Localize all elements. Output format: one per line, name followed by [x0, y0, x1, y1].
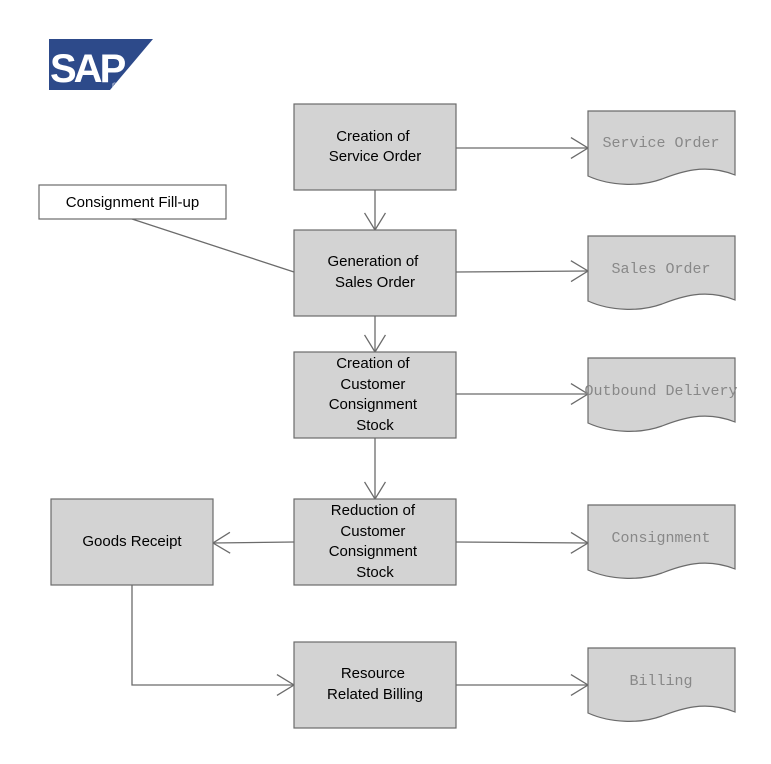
process-box	[293, 641, 457, 729]
connector-p5-to-d5	[456, 673, 590, 697]
process-creation-of-customer-consignment-stock[interactable]: Creation of Customer Consignment Stock	[293, 351, 457, 439]
diagram-canvas: SAP ® Consignment Fill-up Creation of Se…	[0, 0, 771, 764]
process-box	[293, 103, 457, 191]
connector-gr-to-p5	[131, 585, 296, 697]
process-generation-of-sales-order[interactable]: Generation of Sales Order	[293, 229, 457, 317]
connector-p2-to-d2	[455, 260, 590, 283]
document-label: Consignment	[611, 530, 710, 547]
connector-p4-to-gr	[211, 531, 295, 554]
flow-diagram: SAP ® Consignment Fill-up Creation of Se…	[38, 39, 738, 729]
note-consignment-fill-up[interactable]: Consignment Fill-up	[38, 184, 227, 220]
document-billing[interactable]: Billing	[587, 647, 736, 722]
connector-p3-to-d3	[456, 382, 590, 406]
connector-p1-to-d1	[456, 136, 590, 160]
note-label: Consignment Fill-up	[66, 194, 199, 211]
connector-p4-to-d4	[455, 531, 590, 554]
document-consignment[interactable]: Consignment	[587, 504, 736, 579]
registered-mark: ®	[112, 82, 118, 90]
document-sales-order[interactable]: Sales Order	[587, 235, 736, 310]
sap-logo: SAP ®	[49, 39, 153, 91]
process-goods-receipt[interactable]: Goods Receipt	[50, 498, 214, 586]
document-label: Billing	[629, 673, 692, 690]
connector-line	[455, 270, 589, 273]
document-label: Service Order	[602, 135, 719, 152]
connector-p1-to-p2	[363, 190, 387, 232]
connector-p2-to-p3	[363, 316, 387, 354]
process-creation-of-service-order[interactable]: Creation of Service Order	[293, 103, 457, 191]
process-label: Goods Receipt	[82, 533, 182, 550]
connector-line	[212, 541, 295, 544]
process-resource-related-billing[interactable]: Resource Related Billing	[293, 641, 457, 729]
process-reduction-of-customer-consignment-stock[interactable]: Reduction of Customer Consignment Stock	[293, 498, 457, 586]
document-service-order[interactable]: Service Order	[587, 110, 736, 185]
process-box	[293, 229, 457, 317]
connector-line	[131, 218, 295, 273]
connector-line	[131, 585, 294, 686]
connector-note-to-p2	[131, 218, 295, 273]
document-outbound-delivery[interactable]: Outbound Delivery	[584, 357, 738, 432]
document-label: Outbound Delivery	[584, 383, 737, 400]
document-label: Sales Order	[611, 261, 710, 278]
connector-line	[455, 541, 589, 544]
connector-p3-to-p4	[363, 438, 387, 501]
